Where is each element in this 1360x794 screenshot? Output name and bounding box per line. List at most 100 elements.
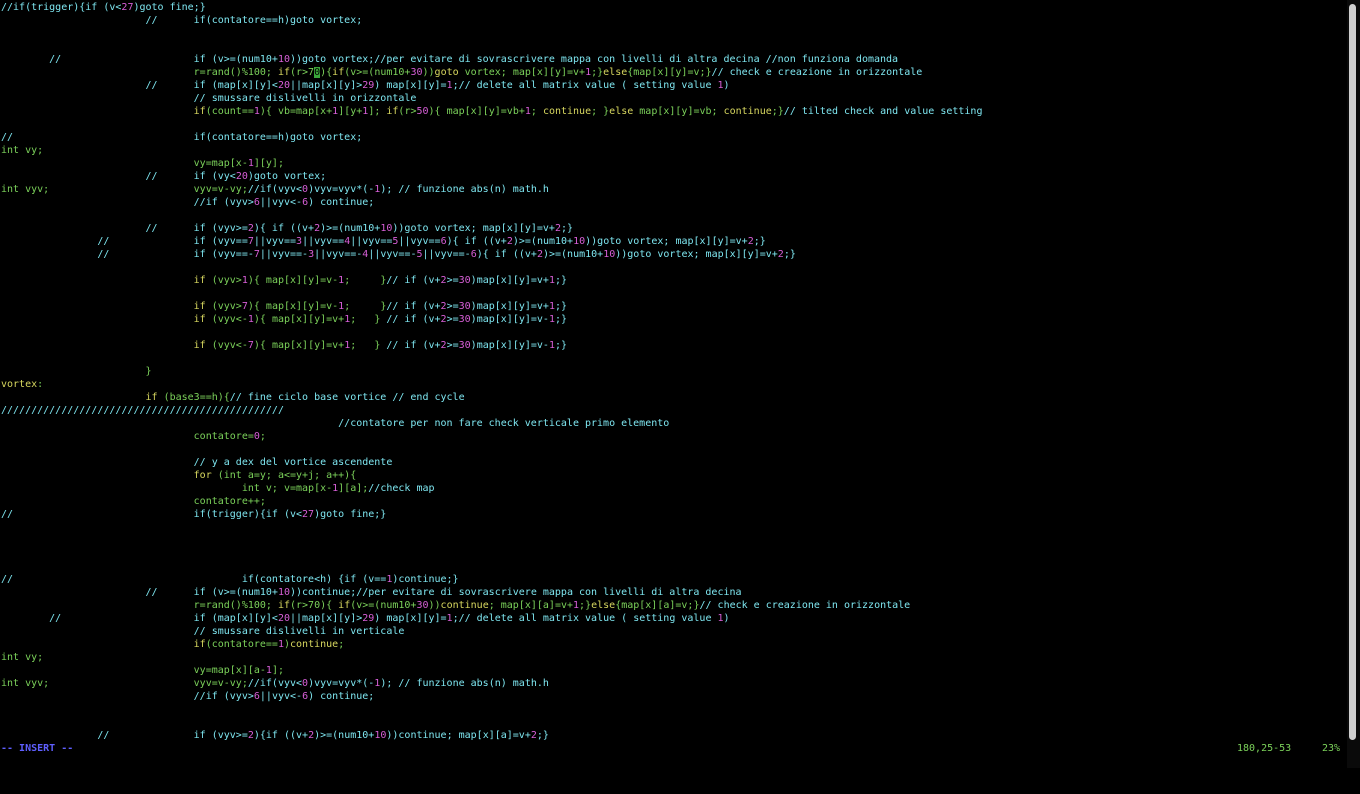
code-line[interactable] xyxy=(1,40,1345,53)
code-token: ;} xyxy=(783,249,796,260)
code-line[interactable] xyxy=(1,27,1345,40)
code-line[interactable]: // if (vyv==7||vyv==3||vyv==4||vyv==5||v… xyxy=(1,235,1345,248)
code-line[interactable] xyxy=(1,443,1345,456)
code-line[interactable]: // if (vyv>=2){if ((v+2)>=(num10+10))con… xyxy=(1,729,1345,742)
code-token: vy=map[x][a- xyxy=(1,665,266,676)
code-line[interactable] xyxy=(1,352,1345,365)
code-token: ;} xyxy=(579,600,592,611)
code-token: 30 xyxy=(416,600,429,611)
code-token: ){ map[x][y]=vb+ xyxy=(428,106,525,117)
code-token: )map[x][y]=v+ xyxy=(470,275,549,286)
status-line: -- INSERT -- 180,25-53 23% xyxy=(1,742,1345,755)
code-token: )vyv=vyv*(- xyxy=(308,184,375,195)
code-token: 10 xyxy=(573,236,586,247)
code-token: )map[x][y]=v+ xyxy=(470,301,549,312)
code-line[interactable]: } xyxy=(1,365,1345,378)
code-line[interactable]: //if(trigger){if (v<27)goto fine;} xyxy=(1,1,1345,14)
code-line[interactable]: if (vyv<-1){ map[x][y]=v+1; } // if (v+2… xyxy=(1,313,1345,326)
code-token: // if (v+ xyxy=(386,275,441,286)
code-line[interactable]: vortex: xyxy=(1,378,1345,391)
code-token: )>=(num10+ xyxy=(320,223,381,234)
code-line[interactable]: if(count==1){ vb=map[x+1][y+1]; if(r>50)… xyxy=(1,105,1345,118)
code-line[interactable] xyxy=(1,703,1345,716)
code-line[interactable]: int vy; xyxy=(1,144,1345,157)
code-line[interactable]: vy=map[x-1][y]; xyxy=(1,157,1345,170)
code-line[interactable] xyxy=(1,716,1345,729)
code-token: >= xyxy=(446,314,459,325)
code-token: ){ map[x][y]=v- xyxy=(247,301,339,312)
code-line[interactable]: // if(contatore==h)goto vortex; xyxy=(1,14,1345,27)
code-token: (v>=(num10+ xyxy=(350,600,417,611)
code-token: ){ map[x][y]=v- xyxy=(247,275,339,286)
vertical-scrollbar[interactable] xyxy=(1347,0,1360,768)
code-line[interactable]: int v; v=map[x-1][a];//check map xyxy=(1,482,1345,495)
code-token: // if (v+ xyxy=(386,340,441,351)
code-line[interactable]: // if (v>=(num10+10))continue;//per evit… xyxy=(1,586,1345,599)
code-line[interactable]: contatore++; xyxy=(1,495,1345,508)
code-token: ][y]; xyxy=(253,158,284,169)
code-token: // check e creazione in orizzontale xyxy=(699,600,911,611)
code-token: ||vyv==- xyxy=(422,249,471,260)
code-line[interactable]: if (vyv>7){ map[x][y]=v-1; }// if (v+2>=… xyxy=(1,300,1345,313)
code-line[interactable]: //if (vyv>6||vyv<-6) continue; xyxy=(1,196,1345,209)
code-token: )map[x][y]=v- xyxy=(470,314,549,325)
code-token: ); // funzione abs(n) math.h xyxy=(380,184,549,195)
code-line[interactable] xyxy=(1,326,1345,339)
code-editor[interactable]: //if(trigger){if (v<27)goto fine;} // if… xyxy=(1,1,1345,742)
code-line[interactable]: int vyv; vyv=v-vy;//if(vyv<0)vyv=vyv*(-1… xyxy=(1,677,1345,690)
code-line[interactable]: // if (vyv>=2){ if ((v+2)>=(num10+10))go… xyxy=(1,222,1345,235)
code-line[interactable]: // y a dex del vortice ascendente xyxy=(1,456,1345,469)
code-line[interactable]: //if (vyv>6||vyv<-6) continue; xyxy=(1,690,1345,703)
scrollbar-thumb[interactable] xyxy=(1349,4,1356,740)
code-token: // if (map[x][y]< xyxy=(1,80,278,91)
code-token: //if(vyv< xyxy=(247,184,303,195)
code-token: 20 xyxy=(277,80,290,91)
code-token: ) xyxy=(723,613,730,624)
code-line[interactable]: // if (map[x][y]<20||map[x][y]>29) map[x… xyxy=(1,612,1345,625)
code-line[interactable]: // if (vyv==-7||vyv==-3||vyv==-4||vyv==-… xyxy=(1,248,1345,261)
code-token: )>=(num10+ xyxy=(542,249,604,260)
code-line[interactable]: // if (v>=(num10+10))goto vortex;//per e… xyxy=(1,53,1345,66)
code-token: )goto fine;} xyxy=(133,2,206,13)
code-token: contatore= xyxy=(1,431,254,442)
code-line[interactable]: // if(contatore==h)goto vortex; xyxy=(1,131,1345,144)
code-line[interactable] xyxy=(1,287,1345,300)
code-token: if xyxy=(1,392,158,403)
code-line[interactable] xyxy=(1,521,1345,534)
code-token: ){if ((v+ xyxy=(253,730,309,741)
code-line[interactable] xyxy=(1,534,1345,547)
code-line[interactable]: int vy; xyxy=(1,651,1345,664)
code-token: ){ vb=map[x+ xyxy=(259,106,333,117)
code-line[interactable]: if (vyv>1){ map[x][y]=v-1; }// if (v+2>=… xyxy=(1,274,1345,287)
code-token: r=rand()%100; xyxy=(1,67,278,78)
code-line[interactable] xyxy=(1,547,1345,560)
code-line[interactable]: //contatore per non fare check verticale… xyxy=(1,417,1345,430)
code-line[interactable]: vy=map[x][a-1]; xyxy=(1,664,1345,677)
code-line[interactable]: int vyv; vyv=v-vy;//if(vyv<0)vyv=vyv*(-1… xyxy=(1,183,1345,196)
code-token: 30 xyxy=(458,301,471,312)
code-line[interactable]: // if(trigger){if (v<27)goto fine;} xyxy=(1,508,1345,521)
code-line[interactable]: contatore=0; xyxy=(1,430,1345,443)
code-token: ))continue; map[x][a]=v+ xyxy=(386,730,531,741)
code-line[interactable]: if(contatore==1)continue; xyxy=(1,638,1345,651)
code-line[interactable] xyxy=(1,118,1345,131)
code-token: // if (v>=(num10+ xyxy=(1,54,278,65)
code-line[interactable]: r=rand()%100; if(r>70){ if(v>=(num10+30)… xyxy=(1,599,1345,612)
code-line[interactable] xyxy=(1,560,1345,573)
code-line[interactable]: // if (vy<20)goto vortex; xyxy=(1,170,1345,183)
code-line[interactable]: // smussare dislivelli in verticale xyxy=(1,625,1345,638)
code-line[interactable]: r=rand()%100; if(r>70){if(v>=(num10+30))… xyxy=(1,66,1345,79)
code-line[interactable]: if (base3==h){// fine ciclo base vortice… xyxy=(1,391,1345,404)
code-line[interactable]: if (vyv<-7){ map[x][y]=v+1; } // if (v+2… xyxy=(1,339,1345,352)
code-line[interactable]: // if(contatore<h) {if (v==1)continue;} xyxy=(1,573,1345,586)
code-line[interactable]: // smussare dislivelli in orizzontale xyxy=(1,92,1345,105)
code-token: // check e creazione in orizzontale xyxy=(711,67,923,78)
code-token: )) xyxy=(428,600,441,611)
code-token: ||vyv==- xyxy=(368,249,417,260)
code-line[interactable] xyxy=(1,209,1345,222)
code-line[interactable]: // if (map[x][y]<20||map[x][y]>29) map[x… xyxy=(1,79,1345,92)
code-line[interactable] xyxy=(1,261,1345,274)
code-token: ;// delete all matrix value ( setting va… xyxy=(452,613,718,624)
code-line[interactable]: for (int a=y; a<=y+j; a++){ xyxy=(1,469,1345,482)
code-line[interactable]: ////////////////////////////////////////… xyxy=(1,404,1345,417)
